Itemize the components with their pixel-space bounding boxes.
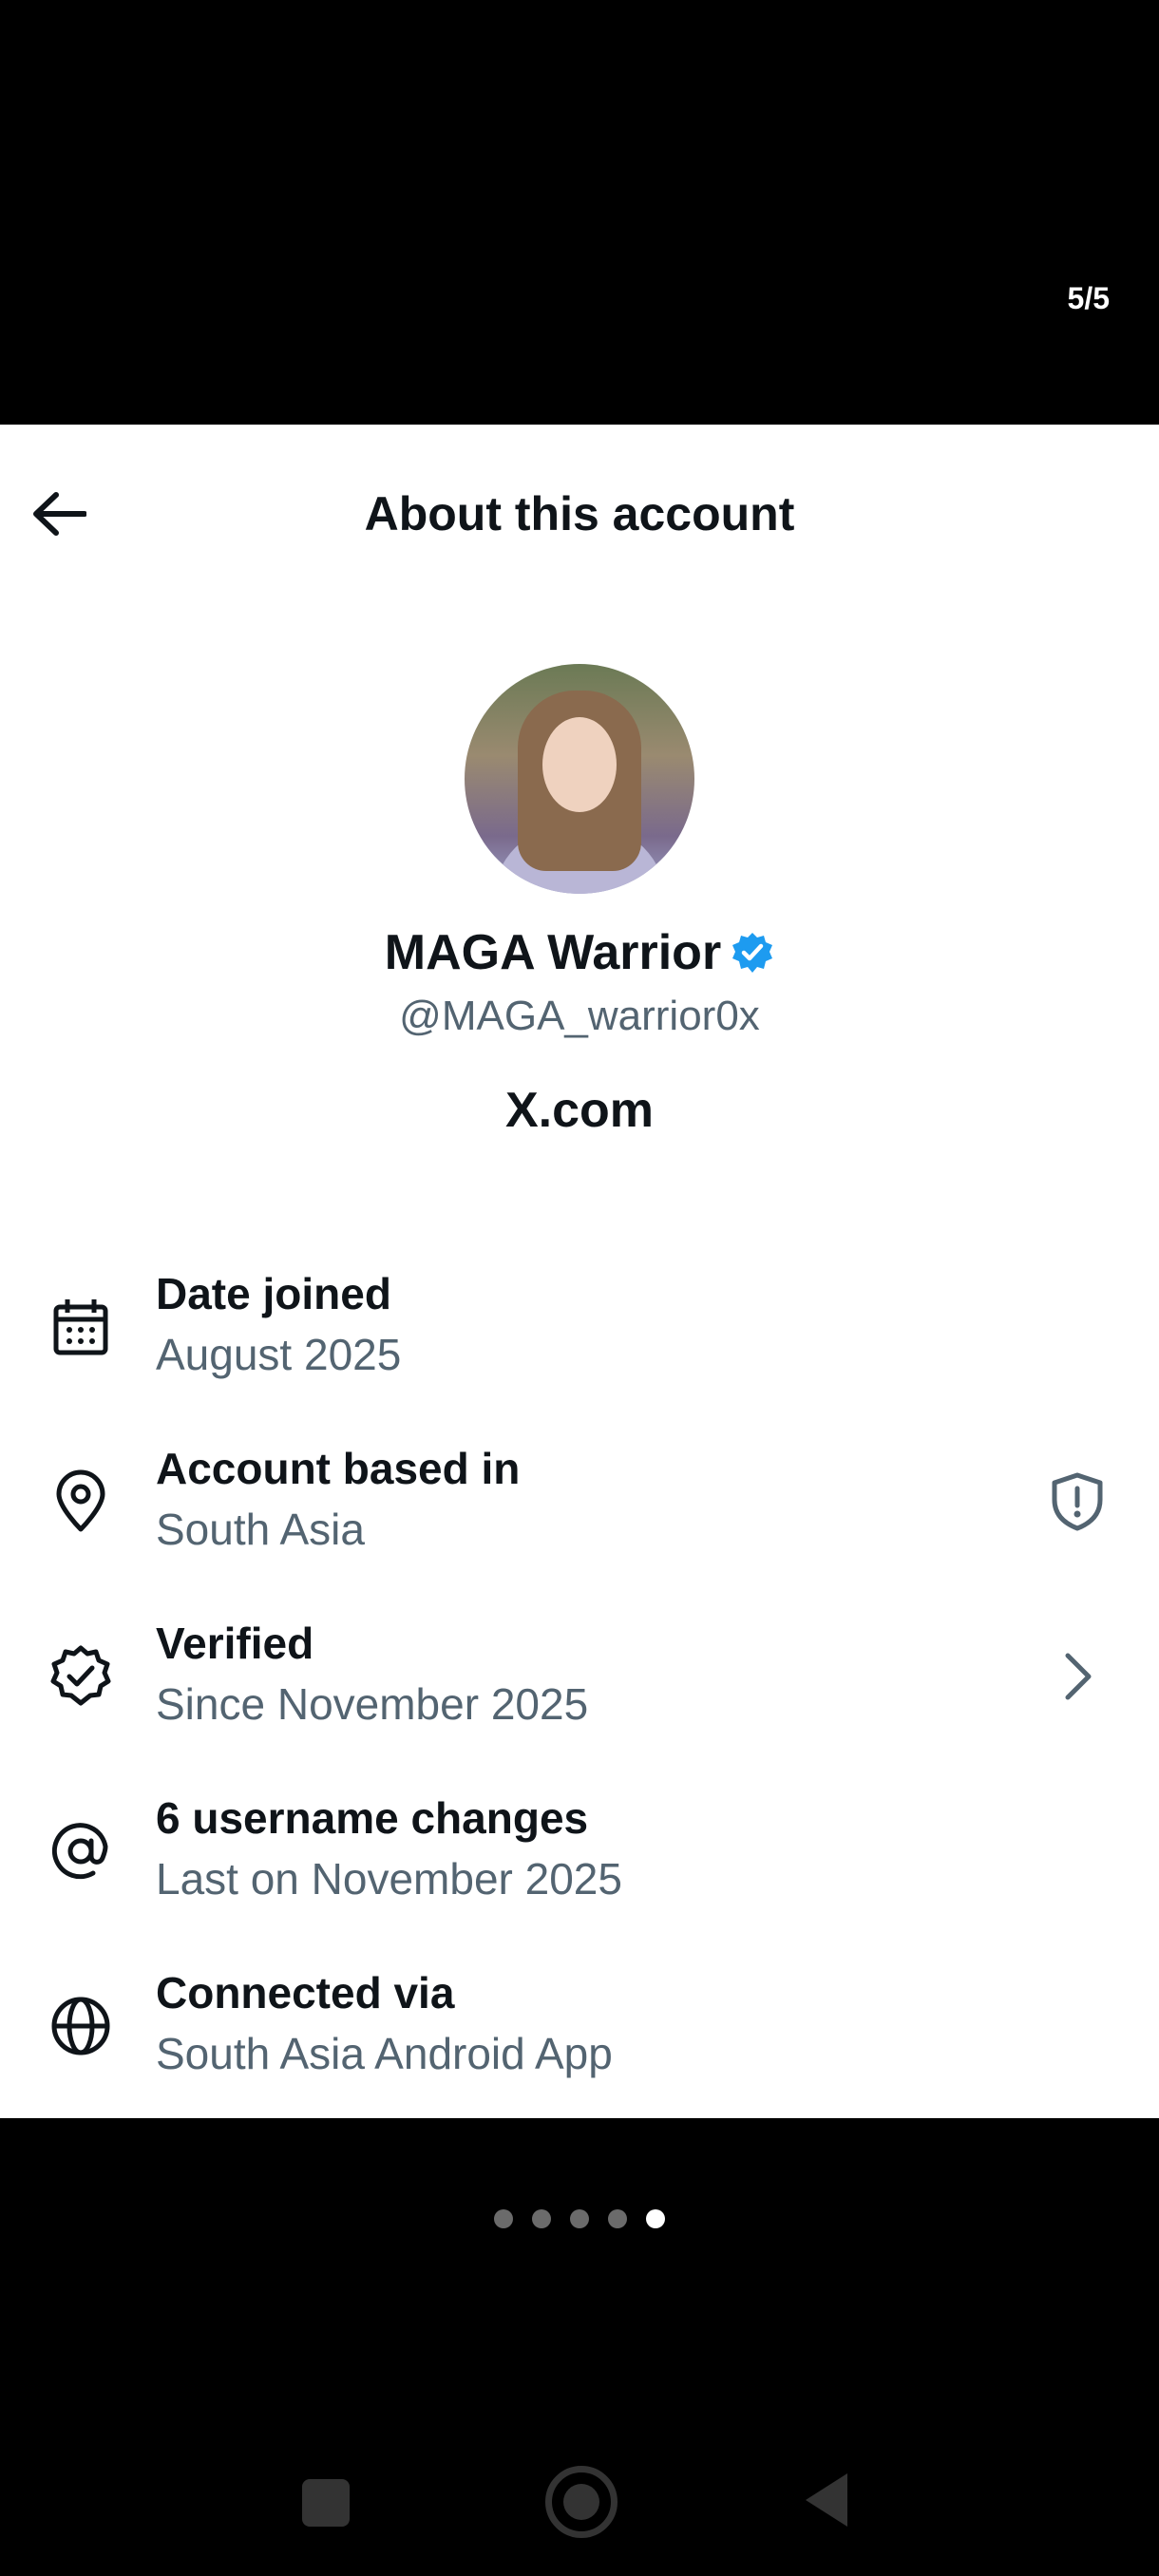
row-label: Account based in	[156, 1444, 521, 1493]
globe-icon	[51, 1997, 110, 2055]
site-label: X.com	[504, 1083, 655, 1138]
home-button[interactable]	[545, 2466, 618, 2538]
page-dot[interactable]	[532, 2209, 551, 2228]
row-value: Last on November 2025	[156, 1854, 622, 1904]
display-name-row: MAGA Warrior	[0, 924, 1159, 981]
page-indicator	[0, 2209, 1159, 2228]
info-row-username-changes: 6 username changes Last on November 2025	[0, 1764, 1159, 1939]
shield-alert-icon[interactable]	[1047, 1471, 1108, 1532]
page-dot-active[interactable]	[646, 2209, 665, 2228]
verified-badge-icon	[50, 1645, 111, 1706]
info-row-account-based-in[interactable]: Account based in South Asia	[0, 1414, 1159, 1589]
row-value: Since November 2025	[156, 1679, 589, 1729]
page-dot[interactable]	[608, 2209, 627, 2228]
info-row-date-joined: Date joined August 2025	[0, 1240, 1159, 1414]
page-title: About this account	[364, 487, 795, 540]
chevron-right-icon[interactable]	[1047, 1646, 1108, 1707]
row-label: Date joined	[156, 1269, 391, 1318]
verified-badge-icon	[732, 933, 773, 973]
row-value: South Asia	[156, 1505, 365, 1554]
at-sign-icon	[51, 1823, 108, 1880]
row-label: 6 username changes	[156, 1793, 589, 1843]
image-counter: 5/5	[1067, 281, 1110, 315]
info-row-connected-via: Connected via South Asia Android App	[0, 1939, 1159, 2113]
system-back-button[interactable]	[806, 2473, 847, 2527]
row-label: Verified	[156, 1619, 314, 1668]
username-handle: @MAGA_warrior0x	[399, 993, 760, 1039]
calendar-icon	[53, 1299, 108, 1355]
row-value: South Asia Android App	[156, 2029, 613, 2078]
info-row-verified[interactable]: Verified Since November 2025	[0, 1589, 1159, 1764]
recents-button[interactable]	[302, 2479, 350, 2527]
row-value: August 2025	[156, 1330, 402, 1379]
about-account-sheet: About this account MAGA Warrior @MAGA_wa…	[0, 425, 1159, 2118]
row-label: Connected via	[156, 1968, 455, 2017]
page-dot[interactable]	[570, 2209, 589, 2228]
system-nav-bar	[0, 2466, 1159, 2542]
avatar[interactable]	[465, 664, 694, 894]
page-dot[interactable]	[494, 2209, 513, 2228]
location-pin-icon	[56, 1469, 105, 1532]
display-name: MAGA Warrior	[384, 925, 722, 980]
